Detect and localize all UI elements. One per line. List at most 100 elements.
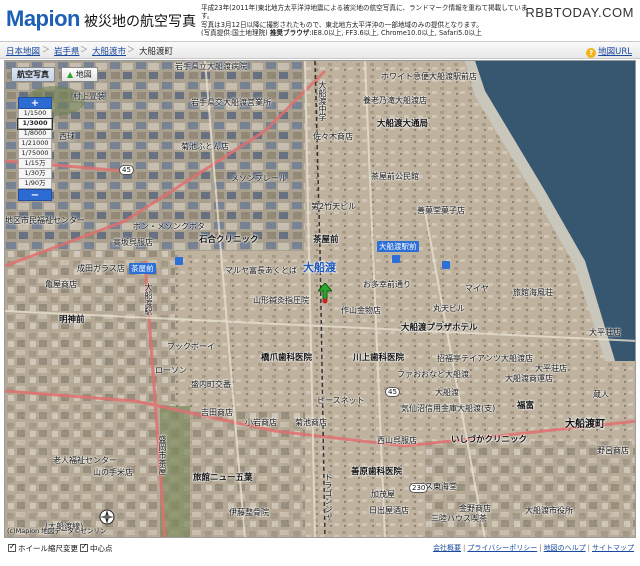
map-label: 伊藤整骨院 [229,508,269,517]
map-label: 養老乃滝大船渡店 [363,96,427,105]
map-label: 作山金物店 [341,306,381,315]
breadcrumb-item-ofunato-town: 大船渡町 [139,47,174,57]
breadcrumb-separator: ＞ [80,45,88,54]
map-label: 橋爪歯科医院 [261,353,313,363]
mapion-logo[interactable]: Mapion [6,6,81,32]
map-label: 大船渡中学 [318,81,327,121]
tab-aerial-photo[interactable]: 航空写真 [11,67,55,82]
map-label: 村上畳装 [73,92,105,101]
map-label: 旅館海風荘 [513,288,553,297]
zoom-level-900k[interactable]: 1/90万 [18,179,52,189]
map-url-link[interactable]: ? 地図URL [586,45,632,58]
route-shield: 45 [385,387,400,397]
map-label: 西山呉服店 [377,436,417,445]
page-header: Mapion 被災地の航空写真 平成23年(2011年)東北地方太平洋沖地震によ… [0,0,640,40]
map-label: 小岩商店 [245,418,277,427]
map-label: 佐々木商店 [313,132,353,141]
breadcrumb-separator: ＞ [127,45,135,54]
center-point-checkbox[interactable]: 中心点 [80,542,113,554]
breadcrumb-item-ofunato-city[interactable]: 大船渡市 [92,45,126,57]
map-label: 山の手米店 [93,468,133,477]
map-label: 石合クリニック [199,235,259,245]
checkbox-checked-icon [8,542,16,552]
station-icon [175,257,183,265]
help-icon: ? [586,48,597,58]
map-label: 岩手県立大船渡病院 [175,62,247,71]
center-pin-icon[interactable] [318,283,332,305]
map-tab-icon: ▲ [67,70,74,79]
map-label: 亀屋商店 [45,280,77,289]
footer-link-privacy[interactable]: プライバシーポリシー [467,544,537,552]
map-label: 大船渡プラザホテル [401,323,478,333]
map-label: 菊池商店 [295,418,327,427]
checkbox-checked-icon [80,542,88,552]
page-footer: ホイール縮尺変更 中心点 会社概要|プライバシーポリシー|地図のヘルプ|サイトマ… [0,540,640,566]
zoom-level-1500[interactable]: 1/1500 [18,109,52,119]
checkbox-label: ホイール縮尺変更 [18,544,78,553]
footer-link-company[interactable]: 会社概要 [433,544,461,552]
map-label: 大船渡市役所 [525,506,573,515]
map-label: 高坂呉服店 [113,238,153,247]
map-label: 川上歯科医院 [353,353,405,363]
map-label: 第2竹天ビル [311,202,357,211]
map-label: 善原歯科医院 [351,467,403,477]
map-label: 成田ガラス店 [77,264,125,273]
route-shield: 45 [119,165,134,175]
map-copyright: (c)Mapion 地図データ©ゼンリン [7,527,107,535]
footer-link-map-help[interactable]: 地図のヘルプ [544,544,586,552]
map-label: ブックボーイ [167,342,215,351]
note-line-1: 平成23年(2011年)東北地方太平洋沖地震による被災地の航空写真に、ランドマー… [201,4,528,21]
map-label: 日出屋酒店 [369,506,409,515]
map-label: 盛内町交番 [191,380,231,389]
breadcrumb-separator: ＞ [42,45,50,54]
map-label: 善菓堂菓子店 [417,206,465,215]
breadcrumb: 日本地図 ＞ 岩手県 ＞ 大船渡市 ＞ 大船渡町 ? 地図URL [0,41,640,59]
zoom-level-3000[interactable]: 1/3000 [17,118,53,130]
map-label: 野呂商店 [597,446,629,455]
map-label: 旅館ニュー五葉 [193,473,253,483]
map-label: 吉田商店 [201,408,233,417]
zoom-level-150k[interactable]: 1/15万 [18,159,52,169]
footer-link-sitemap[interactable]: サイトマップ [592,544,634,552]
tab-map[interactable]: ▲ 地図 [61,67,98,82]
zoom-out-button[interactable]: − [18,189,52,201]
map-label: マルヤ富長あくとば [225,266,297,275]
map-label: 明神前 [59,315,85,325]
zoom-in-button[interactable]: + [18,97,52,109]
breadcrumb-item-japan[interactable]: 日本地図 [6,45,40,57]
zoom-level-8000[interactable]: 1/8000 [18,129,52,139]
map-label: 老人福祉センター [53,456,117,465]
map-label: マイヤ [465,284,489,293]
wheel-zoom-checkbox[interactable]: ホイール縮尺変更 [8,542,78,554]
map-label: 大船渡駅 [144,283,153,315]
map-label: お多幸前通り [363,280,411,289]
zoom-level-21000[interactable]: 1/21000 [18,139,52,149]
map-label: 大平荘店 [589,328,621,337]
zoom-level-300k[interactable]: 1/30万 [18,169,52,179]
map-label: 加茂屋 [371,490,395,499]
map-label: 招福亭テイアンツ大船渡店 [437,354,533,363]
map-label: ボン・メゾンクボタ [133,222,205,231]
map-label: 気仙沼信用金庫大船渡(支) [401,404,496,413]
header-note: 平成23年(2011年)東北地方太平洋沖地震による被災地の航空写真に、ランドマー… [201,4,531,38]
map-label: 菊池ふとん店 [181,142,229,151]
note-source: (写真提供:国土地理院) [201,29,268,38]
zoom-level-75000[interactable]: 1/75000 [18,149,52,159]
note-browser-label: 推奨ブラウザ [269,29,310,38]
watermark: RBBTODAY.COM [525,5,634,20]
map-label: ドラゴンジャ [324,473,333,521]
zoom-control: + 1/1500 1/3000 1/8000 1/21000 1/75000 1… [17,97,53,201]
map-label: 大船渡商運店 [505,374,553,383]
breadcrumb-item-iwate[interactable]: 岩手県 [54,45,80,57]
aerial-map[interactable]: 航空写真 ▲ 地図 + 1/1500 1/3000 1/8000 1/21000… [4,60,636,538]
note-browser-value: :IE8.0以上, FF3.6以上, Chrome10.0以上, Safari5… [309,29,482,38]
route-shield: 230 [409,483,429,493]
compass-icon[interactable] [99,509,115,525]
tab-map-label: 地図 [75,70,92,79]
map-label: ピースネット [317,396,365,405]
map-label: 大船渡町 [565,419,605,430]
map-label-station: 大船渡 [303,261,336,274]
map-label: ホワイト急便大船渡駅前店 [381,72,477,81]
footer-links: 会社概要 | プライバシーポリシー | 地図のヘルプ | サイトマップ [433,544,634,552]
station-tag: 茶屋前 [129,263,156,274]
